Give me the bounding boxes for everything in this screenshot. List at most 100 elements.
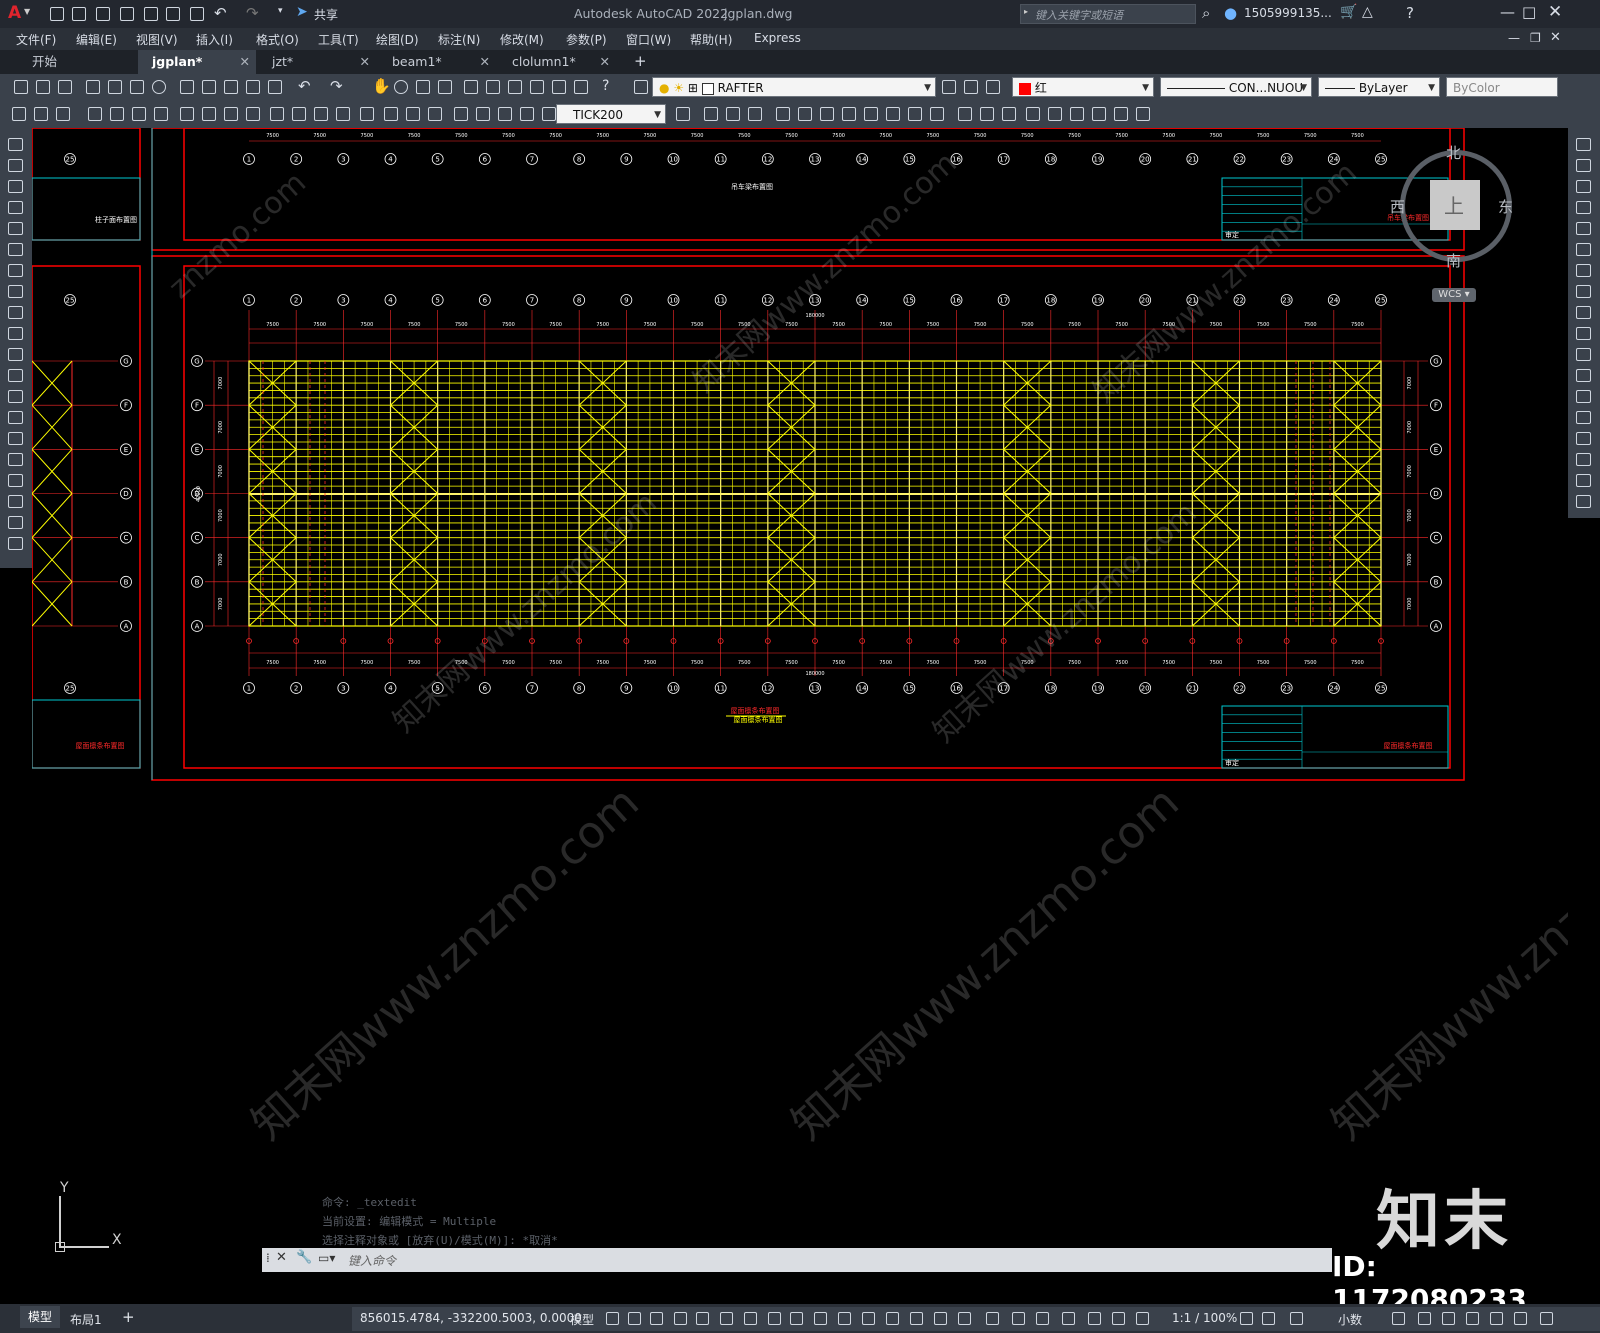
- save-as-icon[interactable]: [120, 7, 134, 21]
- modify-tool-6-icon[interactable]: [798, 107, 812, 121]
- linetype-dropdown[interactable]: CON...NUOU ▼: [1160, 77, 1312, 97]
- modify-side-tool-14-icon[interactable]: [1576, 411, 1591, 424]
- doc-close-icon[interactable]: ✕: [1550, 30, 1561, 45]
- add-layout-button[interactable]: +: [122, 1308, 135, 1326]
- design-center-icon[interactable]: [486, 80, 500, 94]
- modify-tool-9-icon[interactable]: [864, 107, 878, 121]
- status-toggle-16-icon[interactable]: [958, 1312, 971, 1325]
- draw-tool-19-icon[interactable]: [8, 516, 23, 529]
- status-toggle-15-icon[interactable]: [934, 1312, 947, 1325]
- status-toggle-6-icon[interactable]: [720, 1312, 733, 1325]
- dim-tool-15-icon[interactable]: [336, 107, 350, 121]
- modify-side-tool-12-icon[interactable]: [1576, 369, 1591, 382]
- draw-tool-15-icon[interactable]: [8, 432, 23, 445]
- tab-close-icon[interactable]: ✕: [240, 50, 250, 74]
- status-toggle-18-icon[interactable]: [1012, 1312, 1025, 1325]
- tool-palettes-icon[interactable]: [508, 80, 522, 94]
- menu-parametric[interactable]: 参数(P): [566, 31, 607, 48]
- publish-icon[interactable]: [144, 7, 158, 21]
- draw-tool-1-icon[interactable]: [8, 138, 23, 151]
- viewcube-south[interactable]: 南: [1446, 250, 1461, 271]
- cart-icon[interactable]: 🛒: [1340, 4, 1357, 20]
- modify-tool-12-icon[interactable]: [930, 107, 944, 121]
- status-toggle-17-icon[interactable]: [986, 1312, 999, 1325]
- open-file-icon[interactable]: [72, 7, 86, 21]
- modify-tool-20-icon[interactable]: [1114, 107, 1128, 121]
- menu-insert[interactable]: 插入(I): [196, 31, 233, 48]
- modify-side-tool-9-icon[interactable]: [1576, 306, 1591, 319]
- close-icon[interactable]: ✕: [1548, 2, 1562, 22]
- modify-side-tool-18-icon[interactable]: [1576, 495, 1591, 508]
- status-toggle-19-icon[interactable]: [1036, 1312, 1049, 1325]
- recent-commands-icon[interactable]: ▭▾: [318, 1251, 335, 1265]
- publish-icon[interactable]: [130, 80, 144, 94]
- modify-tool-1-icon[interactable]: [676, 107, 690, 121]
- status-toggle-28-icon[interactable]: [1418, 1312, 1431, 1325]
- modify-tool-4-icon[interactable]: [748, 107, 762, 121]
- menu-file[interactable]: 文件(F): [16, 31, 56, 48]
- status-toggle-29-icon[interactable]: [1442, 1312, 1455, 1325]
- lock-icon[interactable]: ⊞: [688, 81, 698, 95]
- draw-tool-12-icon[interactable]: [8, 369, 23, 382]
- save-icon[interactable]: [58, 80, 72, 94]
- chevron-down-icon[interactable]: ▼: [924, 78, 931, 98]
- search-expand-icon[interactable]: ▸: [1024, 7, 1028, 16]
- user-icon[interactable]: ●: [1224, 4, 1237, 22]
- dim-tool-21-icon[interactable]: [476, 107, 490, 121]
- sun-icon[interactable]: ☀: [673, 81, 684, 95]
- menu-modify[interactable]: 修改(M): [500, 31, 544, 48]
- draw-tool-17-icon[interactable]: [8, 474, 23, 487]
- modify-tool-7-icon[interactable]: [820, 107, 834, 121]
- status-toggle-33-icon[interactable]: [1540, 1312, 1553, 1325]
- app-menu-chevron-icon[interactable]: ▼: [24, 7, 30, 16]
- help-icon[interactable]: ?: [602, 78, 609, 94]
- dim-tool-19-icon[interactable]: [428, 107, 442, 121]
- status-toggle-9-icon[interactable]: [790, 1312, 803, 1325]
- search-box[interactable]: ▸ 键入关键字或短语: [1020, 4, 1196, 24]
- modify-tool-13-icon[interactable]: [958, 107, 972, 121]
- new-tab-button[interactable]: +: [634, 52, 647, 70]
- modify-side-tool-2-icon[interactable]: [1576, 159, 1591, 172]
- units-button[interactable]: 小数: [1338, 1311, 1362, 1328]
- status-toggle-31-icon[interactable]: [1490, 1312, 1503, 1325]
- dim-tool-9-icon[interactable]: [202, 107, 216, 121]
- help-icon[interactable]: ?: [1406, 4, 1414, 22]
- annotation-scale[interactable]: 1:1 / 100%: [1172, 1311, 1237, 1325]
- make-current-icon[interactable]: [942, 80, 956, 94]
- chevron-down-icon[interactable]: ▼: [1300, 78, 1307, 98]
- status-toggle-13-icon[interactable]: [886, 1312, 899, 1325]
- markup-icon[interactable]: [552, 80, 566, 94]
- draw-tool-3-icon[interactable]: [8, 180, 23, 193]
- calculator-icon[interactable]: [574, 80, 588, 94]
- dim-tool-3-icon[interactable]: [56, 107, 70, 121]
- layer-state-icon[interactable]: [986, 80, 1000, 94]
- dimstyle-dropdown[interactable]: TICK200 ▼: [556, 104, 666, 124]
- modify-side-tool-13-icon[interactable]: [1576, 390, 1591, 403]
- close-command-icon[interactable]: ✕: [276, 1250, 287, 1265]
- command-line[interactable]: ⁞ ✕ 🔧 ▭▾ 键入命令: [262, 1248, 1332, 1272]
- tab-beam1[interactable]: beam1* ✕: [378, 50, 496, 74]
- block-editor-icon[interactable]: [268, 80, 282, 94]
- lineweight-dropdown[interactable]: ByLayer ▼: [1318, 77, 1440, 97]
- modify-tool-5-icon[interactable]: [776, 107, 790, 121]
- drawing-canvas[interactable]: 吊车梁布置图 审定 屋面檩条布置图 审定 柱子面布置图 屋面檩条布置图 1 7500 2 7500…: [32, 128, 1568, 1304]
- command-input[interactable]: 键入命令: [348, 1252, 396, 1269]
- draw-tool-14-icon[interactable]: [8, 411, 23, 424]
- status-toggle-2-icon[interactable]: [628, 1312, 641, 1325]
- modify-tool-19-icon[interactable]: [1092, 107, 1106, 121]
- modify-tool-15-icon[interactable]: [1002, 107, 1016, 121]
- layout-tab-layout1[interactable]: 布局1: [70, 1311, 102, 1328]
- autocad-logo[interactable]: A: [8, 3, 21, 23]
- dim-tool-8-icon[interactable]: [180, 107, 194, 121]
- modify-side-tool-11-icon[interactable]: [1576, 348, 1591, 361]
- dim-tool-1-icon[interactable]: [12, 107, 26, 121]
- draw-tool-8-icon[interactable]: [8, 285, 23, 298]
- menu-dimension[interactable]: 标注(N): [438, 31, 480, 48]
- dim-tool-24-icon[interactable]: [542, 107, 556, 121]
- draw-tool-2-icon[interactable]: [8, 159, 23, 172]
- lightbulb-icon[interactable]: ●: [659, 81, 669, 95]
- viewcube-east[interactable]: 东: [1498, 196, 1513, 217]
- tab-close-icon[interactable]: ✕: [360, 50, 370, 74]
- match-prop-icon[interactable]: [246, 80, 260, 94]
- open-icon[interactable]: [36, 80, 50, 94]
